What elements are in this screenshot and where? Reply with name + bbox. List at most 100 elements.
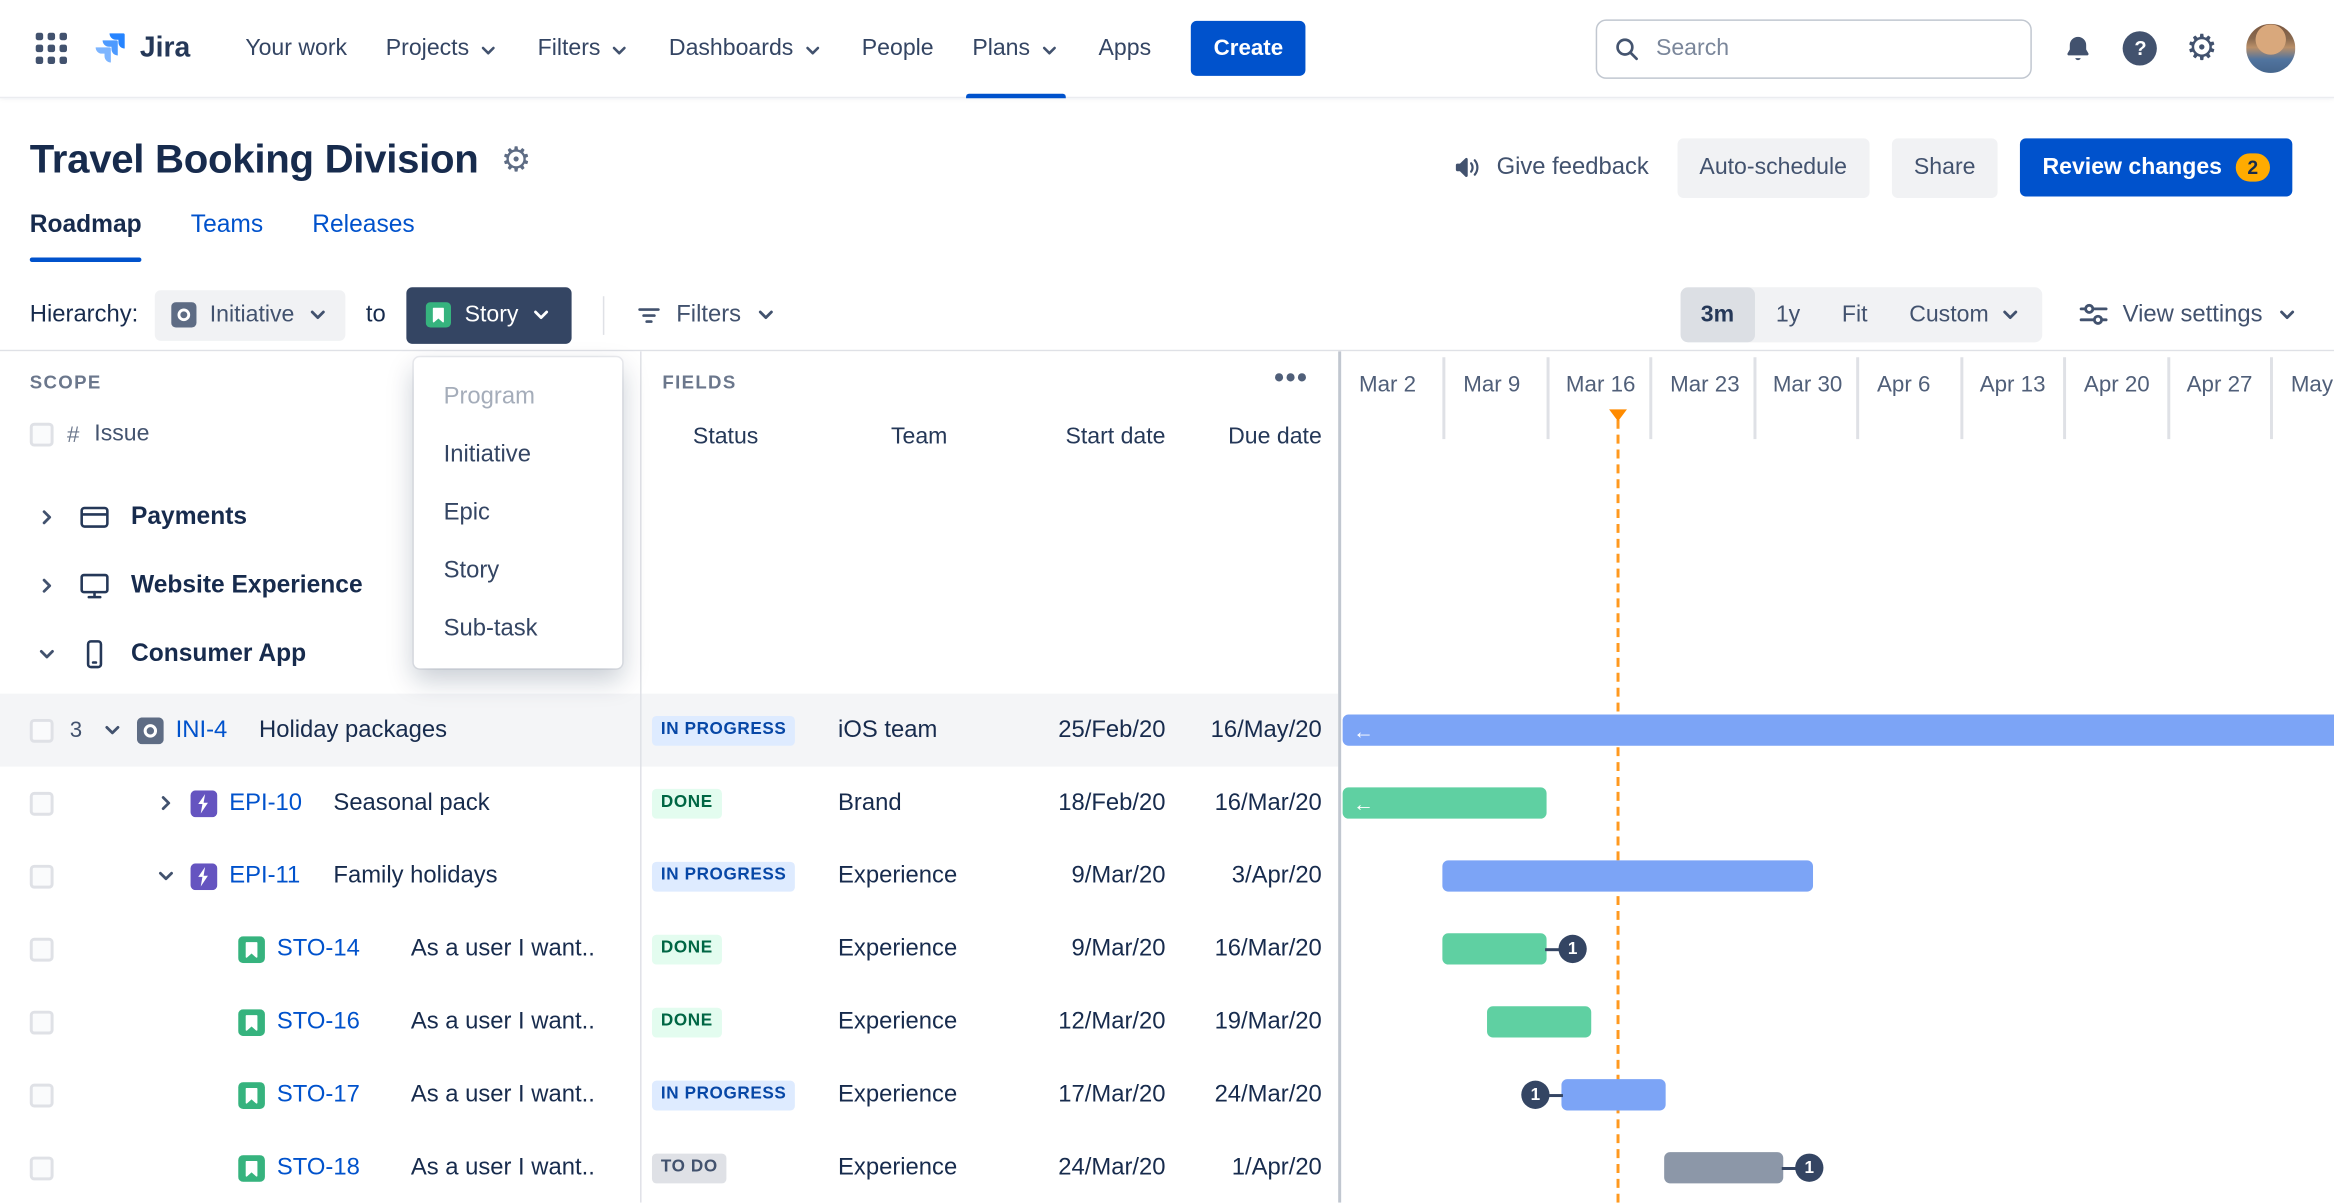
start-date-value[interactable]: 12/Mar/20: [1027, 1008, 1183, 1035]
plan-settings-gear-icon[interactable]: ⚙: [501, 142, 532, 177]
team-value[interactable]: Experience: [811, 1081, 1027, 1108]
due-date-value[interactable]: 1/Apr/20: [1183, 1154, 1339, 1181]
search-input[interactable]: [1652, 33, 2015, 64]
issue-summary[interactable]: As a user I want..: [411, 1008, 595, 1035]
row-checkbox[interactable]: [29, 1009, 54, 1034]
expand-chevron-icon[interactable]: [152, 790, 179, 817]
issue-summary[interactable]: As a user I want..: [411, 936, 595, 963]
level-option-subtask[interactable]: Sub-task: [414, 600, 622, 658]
issue-row-sto-14[interactable]: STO-14 As a user I want.. DONE Experienc…: [0, 912, 2334, 985]
team-value[interactable]: Experience: [811, 936, 1027, 963]
issue-row-sto-17[interactable]: STO-17 As a user I want.. IN PROGRESS Ex…: [0, 1058, 2334, 1131]
zoom-1y-button[interactable]: 1y: [1755, 287, 1821, 342]
start-date-value[interactable]: 25/Feb/20: [1027, 717, 1183, 744]
start-date-value[interactable]: 18/Feb/20: [1027, 790, 1183, 817]
global-search[interactable]: [1596, 18, 2033, 79]
create-button[interactable]: Create: [1191, 20, 1306, 76]
tab-teams[interactable]: Teams: [191, 211, 263, 262]
status-badge[interactable]: TO DO: [651, 1153, 727, 1184]
team-value[interactable]: Experience: [811, 1154, 1027, 1181]
row-checkbox[interactable]: [29, 718, 54, 743]
due-date-value[interactable]: 19/Mar/20: [1183, 1008, 1339, 1035]
nav-item-filters[interactable]: Filters: [518, 0, 649, 97]
issue-row-ini-4[interactable]: 3 INI-4 Holiday packages IN PROGRESS iOS…: [0, 693, 2334, 767]
tab-roadmap[interactable]: Roadmap: [29, 211, 142, 262]
expand-chevron-icon[interactable]: [98, 717, 125, 744]
nav-item-your-work[interactable]: Your work: [226, 0, 366, 97]
status-badge[interactable]: DONE: [651, 789, 722, 819]
notifications-icon[interactable]: [2062, 32, 2095, 65]
select-all-checkbox[interactable]: [29, 422, 54, 447]
gantt-bar[interactable]: [1487, 1006, 1592, 1038]
gantt-bar[interactable]: 1: [1521, 1079, 1666, 1111]
zoom-custom-button[interactable]: Custom: [1888, 287, 2042, 342]
nav-item-apps[interactable]: Apps: [1079, 0, 1170, 97]
settings-gear-icon[interactable]: ⚙: [2186, 30, 2218, 67]
nav-item-plans[interactable]: Plans: [953, 0, 1079, 98]
status-badge[interactable]: DONE: [651, 1008, 722, 1038]
share-button[interactable]: Share: [1891, 137, 1998, 198]
due-date-value[interactable]: 16/Mar/20: [1183, 790, 1339, 817]
team-value[interactable]: Experience: [811, 863, 1027, 890]
gantt-bar[interactable]: 1: [1442, 933, 1587, 965]
issue-summary[interactable]: Seasonal pack: [333, 790, 489, 817]
gantt-bar[interactable]: 1: [1664, 1152, 1824, 1184]
fields-timeline-divider[interactable]: [1338, 351, 1342, 1203]
issue-summary[interactable]: Holiday packages: [259, 717, 447, 744]
app-switcher-icon[interactable]: [35, 32, 67, 64]
due-date-value[interactable]: 24/Mar/20: [1183, 1081, 1339, 1108]
row-checkbox[interactable]: [29, 937, 54, 961]
issue-key[interactable]: EPI-10: [229, 790, 321, 817]
issue-summary[interactable]: Family holidays: [333, 863, 497, 890]
start-date-value[interactable]: 9/Mar/20: [1027, 863, 1183, 890]
due-date-value[interactable]: 16/Mar/20: [1183, 936, 1339, 963]
expand-chevron-icon[interactable]: [152, 863, 179, 890]
level-option-epic[interactable]: Epic: [414, 484, 622, 542]
tab-releases[interactable]: Releases: [312, 211, 414, 262]
issue-key[interactable]: STO-18: [277, 1154, 399, 1181]
level-option-program[interactable]: Program: [414, 368, 622, 426]
dependency-badge[interactable]: 1: [1781, 1153, 1824, 1182]
level-option-initiative[interactable]: Initiative: [414, 426, 622, 484]
issue-key[interactable]: STO-14: [277, 936, 399, 963]
view-settings-button[interactable]: View settings: [2078, 299, 2298, 330]
gantt-bar[interactable]: [1442, 860, 1814, 892]
team-value[interactable]: iOS team: [811, 717, 1027, 744]
zoom-3m-button[interactable]: 3m: [1679, 287, 1755, 343]
due-date-value[interactable]: 16/May/20: [1183, 717, 1339, 744]
issue-row-epi-10[interactable]: EPI-10 Seasonal pack DONE Brand 18/Feb/2…: [0, 767, 2334, 840]
level-option-story[interactable]: Story: [414, 542, 622, 600]
start-date-value[interactable]: 24/Mar/20: [1027, 1154, 1183, 1181]
issue-key[interactable]: INI-4: [176, 717, 247, 744]
due-date-value[interactable]: 3/Apr/20: [1183, 863, 1339, 890]
status-badge[interactable]: IN PROGRESS: [651, 1081, 796, 1111]
hierarchy-to-dropdown[interactable]: Story: [406, 286, 573, 344]
issue-key[interactable]: EPI-11: [229, 863, 321, 890]
gantt-bar[interactable]: ←: [1342, 714, 2334, 746]
row-checkbox[interactable]: [29, 791, 54, 815]
start-date-value[interactable]: 17/Mar/20: [1027, 1081, 1183, 1108]
status-badge[interactable]: IN PROGRESS: [651, 862, 796, 892]
issue-summary[interactable]: As a user I want..: [411, 1154, 595, 1181]
issue-summary[interactable]: As a user I want..: [411, 1081, 595, 1108]
chevron-down-icon[interactable]: [34, 642, 58, 666]
dependency-badge[interactable]: 1: [1545, 934, 1587, 964]
help-icon[interactable]: ?: [2123, 31, 2158, 66]
row-checkbox[interactable]: [29, 1155, 54, 1180]
give-feedback-button[interactable]: Give feedback: [1446, 152, 1655, 183]
hierarchy-from-dropdown[interactable]: Initiative: [154, 289, 346, 341]
nav-item-people[interactable]: People: [842, 0, 953, 97]
issue-row-sto-16[interactable]: STO-16 As a user I want.. DONE Experienc…: [0, 985, 2334, 1058]
nav-item-projects[interactable]: Projects: [366, 0, 518, 97]
team-value[interactable]: Experience: [811, 1008, 1027, 1035]
nav-item-dashboards[interactable]: Dashboards: [650, 0, 843, 97]
issue-key[interactable]: STO-17: [277, 1081, 399, 1108]
row-checkbox[interactable]: [29, 1082, 54, 1107]
gantt-bar[interactable]: ←: [1342, 787, 1547, 819]
status-badge[interactable]: DONE: [651, 935, 722, 965]
team-value[interactable]: Brand: [811, 790, 1027, 817]
review-changes-button[interactable]: Review changes 2: [2020, 138, 2293, 197]
row-checkbox[interactable]: [29, 864, 54, 888]
filters-button[interactable]: Filters: [636, 301, 777, 328]
issue-row-sto-18[interactable]: STO-18 As a user I want.. TO DO Experien…: [0, 1131, 2334, 1202]
